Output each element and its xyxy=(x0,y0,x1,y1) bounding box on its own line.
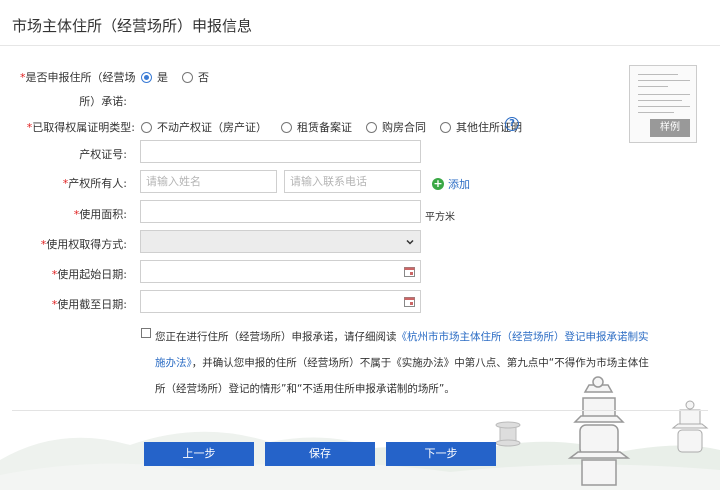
chevron-down-icon xyxy=(406,239,414,245)
footer-divider xyxy=(12,410,708,411)
owner-label: *产权所有人: xyxy=(62,177,127,190)
cert-no-label: 产权证号: xyxy=(79,148,127,161)
radio-yes[interactable]: 是 xyxy=(141,69,168,85)
calendar-icon xyxy=(404,267,415,277)
end-date-label: *使用截至日期: xyxy=(51,298,127,311)
pledge-radio-group: 是 否 xyxy=(141,69,223,85)
radio-lease-cert[interactable]: 租赁备案证 xyxy=(281,119,352,135)
sample-stamp: 样例 xyxy=(650,119,690,137)
sample-document-thumbnail[interactable]: 样例 xyxy=(629,65,697,143)
title-divider xyxy=(0,45,720,46)
radio-no-indicator xyxy=(182,71,193,83)
plus-icon: + xyxy=(432,177,444,190)
prev-step-button[interactable]: 上一步 xyxy=(144,442,254,466)
use-right-select[interactable] xyxy=(140,230,421,253)
radio-purchase-contract[interactable]: 购房合同 xyxy=(366,119,426,135)
question-circle-icon[interactable]: ? xyxy=(505,117,519,131)
area-unit: 平方米 xyxy=(425,212,455,223)
proof-type-label: *已取得权属证明类型: xyxy=(26,121,135,134)
pledge-question-label: *是否申报住所（经营场 xyxy=(20,71,136,84)
radio-indicator xyxy=(440,121,451,133)
use-right-label: *使用权取得方式: xyxy=(40,238,127,251)
calendar-icon xyxy=(404,297,415,307)
page-title: 市场主体住所（经营场所）申报信息 xyxy=(12,17,253,35)
radio-indicator xyxy=(281,121,292,133)
add-owner-button[interactable]: + 添加 xyxy=(432,176,470,192)
area-label: *使用面积: xyxy=(73,208,127,221)
area-input[interactable] xyxy=(140,200,421,223)
start-date-label: *使用起始日期: xyxy=(51,268,127,281)
radio-indicator xyxy=(366,121,377,133)
radio-indicator xyxy=(141,121,152,133)
end-date-input[interactable] xyxy=(140,290,421,313)
landscape-illustration xyxy=(0,376,720,490)
radio-no[interactable]: 否 xyxy=(182,69,209,85)
proof-type-radio-group: 不动产权证（房产证） 租赁备案证 购房合同 其他住所证明 xyxy=(141,119,536,135)
cert-no-input[interactable] xyxy=(140,140,421,163)
save-button[interactable]: 保存 xyxy=(265,442,375,466)
start-date-input[interactable] xyxy=(140,260,421,283)
pledge-agree-checkbox[interactable] xyxy=(141,328,151,338)
owner-name-input[interactable] xyxy=(140,170,277,193)
radio-yes-indicator xyxy=(141,71,152,83)
radio-property-cert[interactable]: 不动产权证（房产证） xyxy=(141,119,267,135)
pledge-question-label-line2: 所）承诺: xyxy=(79,95,127,108)
next-step-button[interactable]: 下一步 xyxy=(386,442,496,466)
owner-phone-input[interactable] xyxy=(284,170,421,193)
